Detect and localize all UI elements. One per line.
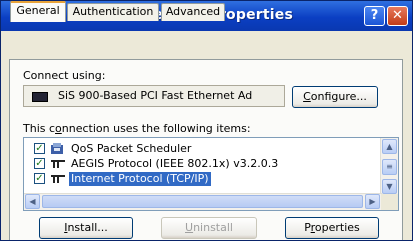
horizontal-scrollbar[interactable]: ◀ ▶ [24, 193, 382, 210]
scroll-left-icon[interactable]: ◀ [25, 194, 40, 209]
network-protocol-icon [50, 158, 66, 170]
scroll-thumb[interactable]: ≡ [382, 159, 397, 175]
tab-advanced[interactable]: Advanced [161, 3, 225, 21]
scrollbar-corner [381, 194, 398, 210]
scroll-down-icon[interactable]: ▼ [382, 179, 397, 194]
scroll-right-icon[interactable]: ▶ [365, 194, 380, 209]
item-checkbox[interactable]: ✓ [34, 143, 45, 154]
configure-button[interactable]: Configure... [292, 86, 378, 108]
help-button[interactable]: ? [364, 6, 385, 26]
scroll-thumb[interactable] [42, 195, 363, 208]
tab-authentication[interactable]: Authentication [67, 3, 159, 21]
item-label: Internet Protocol (TCP/IP) [69, 172, 211, 186]
items-label: This connection uses the following items… [23, 122, 251, 135]
components-list[interactable]: ✓ QoS Packet Scheduler ✓ AEGIS Protocol … [23, 137, 399, 211]
connect-using-label: Connect using: [23, 69, 106, 82]
properties-button[interactable]: Properties [285, 217, 379, 239]
properties-dialog: Local Area Connection Properties ? ✕ Gen… [0, 0, 413, 241]
item-label: AEGIS Protocol (IEEE 802.1x) v3.2.0.3 [71, 157, 279, 170]
network-adapter-icon [32, 92, 48, 102]
scheduler-icon [50, 143, 66, 155]
close-button[interactable]: ✕ [387, 6, 408, 26]
item-checkbox[interactable]: ✓ [34, 158, 45, 169]
vertical-scrollbar[interactable]: ▲ ≡ ▼ [380, 138, 398, 196]
adapter-name: SiS 900-Based PCI Fast Ethernet Ad [58, 89, 253, 102]
uninstall-button: Uninstall [161, 217, 257, 239]
item-checkbox[interactable]: ✓ [34, 173, 45, 184]
network-protocol-icon [50, 173, 66, 185]
item-label: QoS Packet Scheduler [71, 142, 192, 155]
install-button[interactable]: Install... [39, 217, 133, 239]
tab-general[interactable]: General [10, 1, 66, 22]
adapter-field: SiS 900-Based PCI Fast Ethernet Ad [23, 85, 285, 107]
scroll-up-icon[interactable]: ▲ [382, 139, 397, 154]
